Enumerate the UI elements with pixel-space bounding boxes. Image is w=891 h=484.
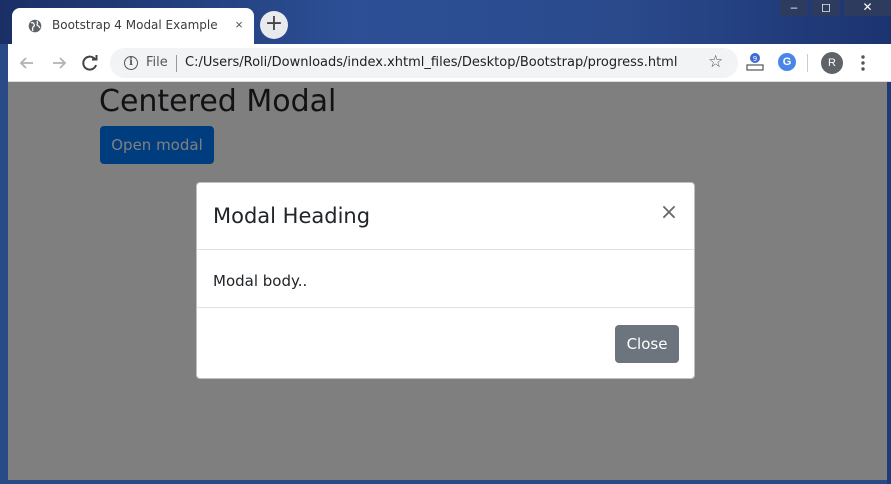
- browser-window: Bootstrap 4 Modal Example × + – ◻ ✕ i Fi…: [8, 0, 891, 484]
- extension-icon[interactable]: 9: [746, 52, 764, 72]
- minimize-button[interactable]: –: [780, 0, 808, 16]
- reload-icon[interactable]: [79, 52, 101, 74]
- info-icon[interactable]: i: [124, 56, 138, 70]
- modal-dialog: Modal Heading × Modal body.. Close: [196, 182, 695, 379]
- scheme-label: File: [146, 55, 168, 70]
- forward-arrow-icon[interactable]: [48, 52, 70, 74]
- back-arrow-icon[interactable]: [16, 52, 38, 74]
- browser-toolbar: i File C:/Users/Roli/Downloads/index.xht…: [8, 44, 891, 82]
- new-tab-button[interactable]: +: [260, 11, 288, 39]
- address-bar[interactable]: i File C:/Users/Roli/Downloads/index.xht…: [110, 48, 738, 78]
- svg-text:9: 9: [753, 55, 757, 63]
- page-viewport: Centered Modal Open modal Modal Heading …: [8, 82, 887, 480]
- modal-footer: Close: [197, 307, 694, 378]
- window-edge: [887, 82, 891, 484]
- window-close-button[interactable]: ✕: [844, 0, 891, 16]
- tab-strip: Bootstrap 4 Modal Example × + – ◻ ✕: [8, 0, 891, 44]
- tab-title: Bootstrap 4 Modal Example: [52, 18, 218, 32]
- globe-icon: [28, 19, 42, 33]
- modal-header: Modal Heading ×: [197, 183, 694, 250]
- omnibox-divider: [176, 55, 177, 72]
- profile-avatar[interactable]: R: [821, 52, 843, 74]
- maximize-button[interactable]: ◻: [812, 0, 840, 16]
- grammarly-extension-icon[interactable]: G: [778, 53, 796, 71]
- modal-close-icon[interactable]: ×: [659, 201, 679, 225]
- bookmark-star-icon[interactable]: ☆: [708, 52, 723, 72]
- menu-kebab-icon[interactable]: [856, 52, 870, 74]
- url-text[interactable]: C:/Users/Roli/Downloads/index.xhtml_file…: [185, 55, 677, 70]
- toolbar-divider: [807, 54, 808, 72]
- modal-title: Modal Heading: [213, 204, 371, 228]
- modal-body-text: Modal body..: [213, 272, 308, 290]
- tab-close-icon[interactable]: ×: [231, 17, 247, 33]
- browser-tab[interactable]: Bootstrap 4 Modal Example ×: [12, 8, 254, 44]
- close-button[interactable]: Close: [615, 325, 679, 363]
